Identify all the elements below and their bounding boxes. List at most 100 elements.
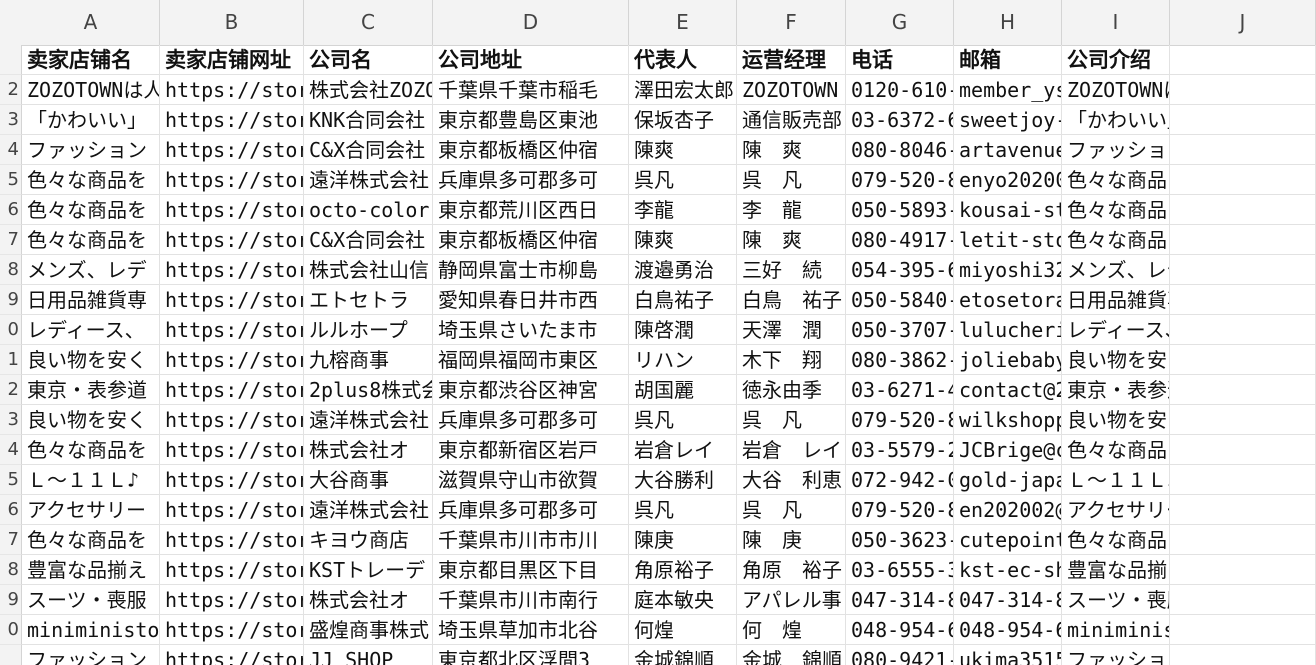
- table-cell[interactable]: 079-520-8: [846, 495, 954, 525]
- table-cell[interactable]: 大谷 利恵: [737, 465, 846, 495]
- table-cell[interactable]: 白鳥 祐子: [737, 285, 846, 315]
- table-cell[interactable]: 何 煌: [737, 615, 846, 645]
- table-cell[interactable]: https://stor: [160, 135, 304, 165]
- row-number[interactable]: 0: [0, 315, 22, 345]
- table-cell[interactable]: 03-6271-4: [846, 375, 954, 405]
- table-cell[interactable]: [1170, 465, 1316, 495]
- table-cell[interactable]: 080-4917-: [846, 225, 954, 255]
- table-cell[interactable]: 色々な商品を安く提供さ: [1062, 435, 1170, 465]
- table-cell[interactable]: joliebaby: [954, 345, 1062, 375]
- table-cell[interactable]: 呉凡: [629, 405, 737, 435]
- table-cell[interactable]: [1170, 315, 1316, 345]
- table-cell[interactable]: 050-5893-: [846, 195, 954, 225]
- column-header-j[interactable]: J: [1170, 0, 1316, 45]
- table-cell[interactable]: レディース、: [22, 315, 160, 345]
- table-cell[interactable]: [1170, 105, 1316, 135]
- row-number[interactable]: 8: [0, 255, 22, 285]
- table-cell[interactable]: https://stor: [160, 525, 304, 555]
- table-cell[interactable]: C&X合同会社: [304, 225, 433, 255]
- table-cell[interactable]: 東京都板橋区仲宿: [433, 135, 629, 165]
- header-cell[interactable]: 公司名: [304, 45, 433, 75]
- column-header-c[interactable]: C: [304, 0, 433, 45]
- table-cell[interactable]: 080-9421-: [846, 645, 954, 665]
- row-number[interactable]: 5: [0, 465, 22, 495]
- table-cell[interactable]: 2plus8株式会: [304, 375, 433, 405]
- table-cell[interactable]: 日用品雑貨専: [22, 285, 160, 315]
- table-cell[interactable]: [1170, 495, 1316, 525]
- table-cell[interactable]: 東京都目黒区下目: [433, 555, 629, 585]
- table-cell[interactable]: 大谷勝利: [629, 465, 737, 495]
- table-cell[interactable]: https://stor: [160, 105, 304, 135]
- table-cell[interactable]: ファッション: [22, 135, 160, 165]
- table-cell[interactable]: 054-395-6: [846, 255, 954, 285]
- table-cell[interactable]: 色々な商品を: [22, 195, 160, 225]
- table-cell[interactable]: cutepoint: [954, 525, 1062, 555]
- table-cell[interactable]: ukima3515: [954, 645, 1062, 665]
- table-cell[interactable]: letit-sto: [954, 225, 1062, 255]
- table-cell[interactable]: ルルホープ: [304, 315, 433, 345]
- table-cell[interactable]: 日用品雑貨専門ストアは: [1062, 285, 1170, 315]
- table-cell[interactable]: 盛煌商事株式: [304, 615, 433, 645]
- table-cell[interactable]: JJ SHOP: [304, 645, 433, 665]
- table-cell[interactable]: [1170, 405, 1316, 435]
- table-cell[interactable]: アパレル事: [737, 585, 846, 615]
- table-cell[interactable]: 呉凡: [629, 165, 737, 195]
- table-cell[interactable]: 陳爽: [629, 135, 737, 165]
- table-cell[interactable]: 東京都新宿区岩戸: [433, 435, 629, 465]
- table-cell[interactable]: 呉 凡: [737, 405, 846, 435]
- row-number[interactable]: 0: [0, 615, 22, 645]
- table-cell[interactable]: Ｌ～１１Ｌ♪: [22, 465, 160, 495]
- table-cell[interactable]: 東京都北区浮間3: [433, 645, 629, 665]
- row-number[interactable]: [0, 45, 22, 75]
- table-cell[interactable]: [1170, 375, 1316, 405]
- table-cell[interactable]: etosetora: [954, 285, 1062, 315]
- table-cell[interactable]: 何煌: [629, 615, 737, 645]
- table-cell[interactable]: 03-6555-3: [846, 555, 954, 585]
- row-number[interactable]: 2: [0, 75, 22, 105]
- table-cell[interactable]: 色々な商品を安く提供さ: [1062, 195, 1170, 225]
- header-cell[interactable]: 公司地址: [433, 45, 629, 75]
- table-cell[interactable]: 東京都板橋区仲宿: [433, 225, 629, 255]
- table-cell[interactable]: 陳庚: [629, 525, 737, 555]
- table-cell[interactable]: 080-3862-: [846, 345, 954, 375]
- table-cell[interactable]: スーツ・喪服・フォーマ: [1062, 585, 1170, 615]
- table-cell[interactable]: 良い物を安く: [22, 345, 160, 375]
- column-header-i[interactable]: I: [1062, 0, 1170, 45]
- row-number[interactable]: 4: [0, 135, 22, 165]
- column-header-g[interactable]: G: [846, 0, 954, 45]
- table-cell[interactable]: 岩倉レイ: [629, 435, 737, 465]
- table-cell[interactable]: 東京・表参道: [22, 375, 160, 405]
- table-cell[interactable]: 千葉県市川市市川: [433, 525, 629, 555]
- table-cell[interactable]: 金城 錦順: [737, 645, 846, 665]
- table-cell[interactable]: メンズ、レディースファ: [1062, 255, 1170, 285]
- table-cell[interactable]: 株式会社ZOZO: [304, 75, 433, 105]
- table-cell[interactable]: リハン: [629, 345, 737, 375]
- table-cell[interactable]: 天澤 潤: [737, 315, 846, 345]
- table-cell[interactable]: 澤田宏太郎: [629, 75, 737, 105]
- table-cell[interactable]: https://stor: [160, 225, 304, 255]
- table-cell[interactable]: JCBrige@c: [954, 435, 1062, 465]
- row-number[interactable]: 7: [0, 525, 22, 555]
- table-cell[interactable]: 胡国麗: [629, 375, 737, 405]
- table-cell[interactable]: 陳 庚: [737, 525, 846, 555]
- table-cell[interactable]: miniministo: [22, 615, 160, 645]
- table-cell[interactable]: 東京都渋谷区神宮: [433, 375, 629, 405]
- table-cell[interactable]: 李 龍: [737, 195, 846, 225]
- table-cell[interactable]: miyoshi32: [954, 255, 1062, 285]
- table-cell[interactable]: 東京都豊島区東池: [433, 105, 629, 135]
- row-number[interactable]: 7: [0, 225, 22, 255]
- row-number[interactable]: 3: [0, 105, 22, 135]
- spreadsheet[interactable]: ABCDEFGHIJ 卖家店铺名 卖家店铺网址 公司名 公司地址 代表人 运营经理 电话 邮箱…: [0, 0, 1316, 665]
- table-cell[interactable]: 東京都荒川区西日: [433, 195, 629, 225]
- table-cell[interactable]: 047-314-8: [846, 585, 954, 615]
- table-cell[interactable]: 埼玉県草加市北谷: [433, 615, 629, 645]
- table-cell[interactable]: 「かわいい」: [22, 105, 160, 135]
- table-cell[interactable]: https://stor: [160, 375, 304, 405]
- table-cell[interactable]: wilkshopp: [954, 405, 1062, 435]
- table-cell[interactable]: キヨウ商店: [304, 525, 433, 555]
- header-cell[interactable]: 电话: [846, 45, 954, 75]
- table-cell[interactable]: https://stor: [160, 255, 304, 285]
- table-cell[interactable]: kst-ec-sh: [954, 555, 1062, 585]
- table-cell[interactable]: 兵庫県多可郡多可: [433, 495, 629, 525]
- table-cell[interactable]: 兵庫県多可郡多可: [433, 405, 629, 435]
